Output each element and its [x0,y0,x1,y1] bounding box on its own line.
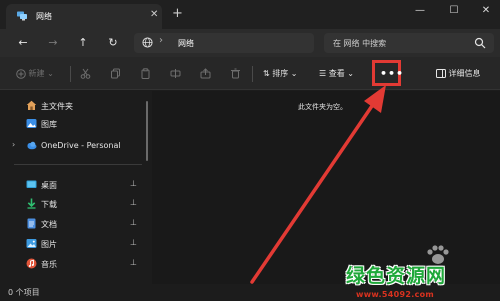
chevron-right-icon: › [12,140,16,149]
sort-icon: ⇅ [263,69,270,78]
chevron-down-icon: ⌄ [47,69,54,78]
paste-icon[interactable] [140,68,151,79]
gallery-icon [26,119,37,128]
chevron-down-icon: ⌄ [290,69,298,78]
pin-icon[interactable]: ⊥ [130,238,137,247]
title-bar: 网络 ✕ + — ☐ ✕ [0,0,500,29]
file-explorer-window: 网络 ✕ + — ☐ ✕ ← → ↑ ↻ › 网络 在 网络 中搜索 新建 ⌄ … [0,0,500,301]
see-more-button[interactable]: ••• [372,60,405,86]
sidebar-item-label: 文档 [41,220,57,229]
sidebar-item-label: 主文件夹 [41,102,73,111]
new-tab-button[interactable]: + [172,7,183,20]
plus-circle-icon [16,68,26,79]
cut-icon[interactable] [80,68,91,79]
delete-icon[interactable] [230,68,241,79]
details-label: 详细信息 [448,69,481,78]
sidebar-scrollbar[interactable] [146,101,148,161]
divider [14,164,142,165]
watermark-title: 绿色资源网 [346,265,447,287]
watermark-url: www.54092.com [356,290,435,299]
search-box[interactable]: 在 网络 中搜索 [324,33,494,53]
back-button[interactable]: ← [14,34,32,52]
search-icon [474,37,486,49]
up-button[interactable]: ↑ [74,34,92,52]
sidebar-item-onedrive[interactable]: › OneDrive - Personal [0,137,150,155]
sidebar-item-desktop[interactable]: 桌面 ⊥ [0,176,150,194]
globe-icon [142,37,153,48]
copy-icon[interactable] [110,68,121,79]
sort-label: 排序 [272,69,289,78]
chevron-down-icon: ⌄ [347,69,354,78]
sidebar-item-label: 下载 [41,200,57,209]
details-button[interactable]: 详细信息 [436,66,481,82]
pin-icon[interactable]: ⊥ [130,258,137,267]
sidebar-item-label: 桌面 [41,181,57,190]
desktop-icon [26,180,37,188]
item-count: 0 个项目 [8,288,40,297]
new-button[interactable]: 新建 ⌄ [16,66,54,82]
picture-icon [26,239,37,248]
tab-close-icon[interactable]: ✕ [150,9,158,20]
address-bar[interactable]: › 网络 [134,33,314,53]
details-pane-icon [436,69,446,78]
document-icon [27,218,36,229]
address-text[interactable]: 网络 [178,38,194,49]
sidebar-item-home[interactable]: 主文件夹 [0,97,150,115]
sidebar-item-downloads[interactable]: 下载 ⊥ [0,195,150,213]
rename-icon[interactable] [170,68,181,79]
pin-icon[interactable]: ⊥ [130,179,137,188]
tab-network[interactable]: 网络 ✕ [6,4,162,29]
download-icon [27,198,36,209]
cloud-icon [27,141,37,150]
view-button[interactable]: ☰ 查看 ⌄ [319,66,354,82]
search-input[interactable]: 在 网络 中搜索 [333,38,386,49]
music-icon [26,258,37,269]
pin-icon[interactable]: ⊥ [130,218,137,227]
network-icon [17,11,27,21]
home-icon [26,100,37,110]
empty-folder-message: 此文件夹为空。 [298,103,347,111]
forward-button[interactable]: → [44,34,62,52]
more-options-icon: ••• [380,67,405,80]
sidebar-item-documents[interactable]: 文档 ⊥ [0,215,150,233]
sidebar-item-label: 音乐 [41,260,57,269]
tab-title: 网络 [36,12,52,21]
sort-button[interactable]: ⇅ 排序 ⌄ [263,66,298,82]
sidebar-item-label: 图片 [41,240,57,249]
sidebar-item-label: OneDrive - Personal [41,141,121,150]
new-label: 新建 [28,69,45,78]
sidebar-item-label: 图库 [41,120,57,129]
sidebar-item-music[interactable]: 音乐 ⊥ [0,255,150,273]
command-bar: 新建 ⌄ ⇅ 排序 ⌄ ☰ 查看 ⌄ 详细信息 [0,57,500,90]
sidebar-item-pictures[interactable]: 图片 ⊥ [0,235,150,253]
divider [252,66,253,82]
view-icon: ☰ [319,69,327,78]
pin-icon[interactable]: ⊥ [130,198,137,207]
minimize-button[interactable]: — [410,4,430,18]
maximize-button[interactable]: ☐ [444,4,464,18]
navigation-bar: ← → ↑ ↻ › 网络 在 网络 中搜索 [0,29,500,57]
sidebar-item-gallery[interactable]: 图库 [0,115,150,133]
breadcrumb-separator: › [159,35,163,46]
view-label: 查看 [328,69,345,78]
refresh-button[interactable]: ↻ [104,34,122,52]
share-icon[interactable] [200,68,211,79]
divider [70,66,71,82]
navigation-pane: 主文件夹 图库 › OneDrive - Personal 桌面 ⊥ 下载 ⊥ … [0,91,150,284]
close-button[interactable]: ✕ [476,4,496,18]
